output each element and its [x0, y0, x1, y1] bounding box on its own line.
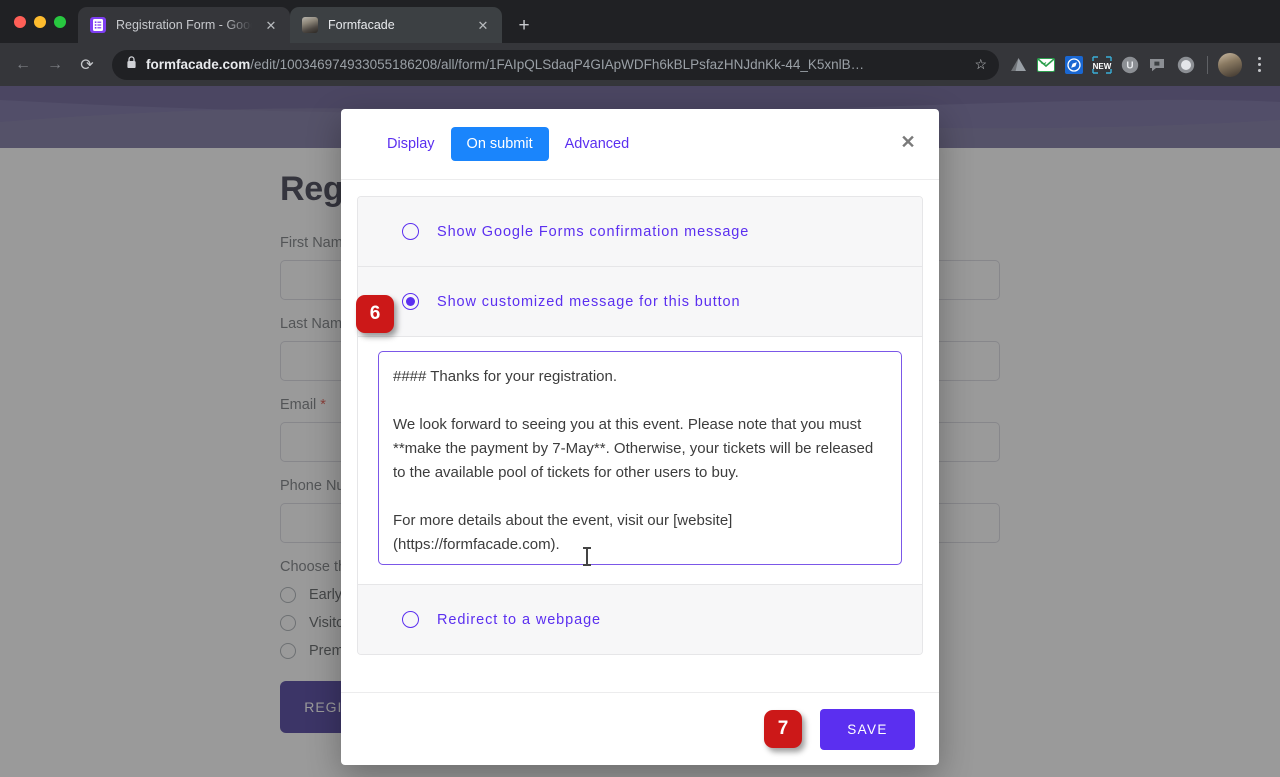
new-badge-icon[interactable]: NEW: [1091, 54, 1113, 76]
minimize-window-button[interactable]: [34, 16, 46, 28]
tab-advanced[interactable]: Advanced: [549, 127, 646, 161]
new-tab-button[interactable]: +: [510, 11, 538, 39]
dialog-tab-bar: Display On submit Advanced ✕: [341, 109, 939, 180]
circle-icon[interactable]: [1175, 54, 1197, 76]
u-circle-icon[interactable]: U: [1119, 54, 1141, 76]
url-text: formfacade.com/edit/10034697493305518620…: [146, 57, 965, 72]
browser-toolbar: ← → ⟳ formfacade.com/edit/10034697493305…: [0, 43, 1280, 86]
radio-unchecked-icon[interactable]: [402, 223, 419, 240]
compass-icon[interactable]: [1063, 54, 1085, 76]
option-google-forms-confirmation[interactable]: Show Google Forms confirmation message: [358, 197, 922, 267]
mail-icon[interactable]: [1035, 54, 1057, 76]
tab-close-icon[interactable]: ✕: [474, 16, 492, 34]
radio-checked-icon[interactable]: [402, 293, 419, 310]
browser-tab-title: Registration Form - Google For: [116, 18, 252, 32]
radio-unchecked-icon[interactable]: [402, 611, 419, 628]
maximize-window-button[interactable]: [54, 16, 66, 28]
custom-message-editor: [358, 337, 922, 585]
bookmark-star-icon[interactable]: ☆: [974, 56, 987, 73]
browser-tab-registration-form[interactable]: Registration Form - Google For ✕: [78, 7, 290, 43]
address-bar[interactable]: formfacade.com/edit/10034697493305518620…: [112, 50, 999, 80]
google-forms-icon: [90, 17, 106, 33]
text-cursor-icon: [586, 548, 588, 565]
close-window-button[interactable]: [14, 16, 26, 28]
dialog-body: Show Google Forms confirmation message S…: [341, 180, 939, 692]
toolbar-divider: [1207, 56, 1208, 74]
save-button[interactable]: SAVE: [820, 709, 915, 750]
option-label: Show Google Forms confirmation message: [437, 224, 749, 240]
tab-close-icon[interactable]: ✕: [262, 16, 280, 34]
on-submit-options: Show Google Forms confirmation message S…: [357, 196, 923, 655]
tab-display[interactable]: Display: [371, 127, 451, 161]
back-button[interactable]: ←: [8, 50, 38, 80]
browser-menu-icon[interactable]: [1248, 53, 1270, 77]
option-label: Show customized message for this button: [437, 294, 740, 310]
custom-message-textarea[interactable]: [378, 351, 902, 565]
browser-tab-formfacade[interactable]: Formfacade ✕: [290, 7, 502, 43]
option-redirect-to-webpage[interactable]: Redirect to a webpage: [358, 585, 922, 654]
close-icon[interactable]: ✕: [895, 129, 921, 155]
reload-button[interactable]: ⟳: [72, 50, 102, 80]
drive-icon[interactable]: [1007, 54, 1029, 76]
svg-text:NEW: NEW: [1093, 62, 1112, 71]
chat-icon[interactable]: [1147, 54, 1169, 76]
browser-tab-title: Formfacade: [328, 18, 464, 32]
window-traffic-lights: [10, 0, 78, 43]
step-badge-6: 6: [356, 295, 394, 333]
lock-icon: [126, 56, 137, 74]
option-customized-message[interactable]: Show customized message for this button: [358, 267, 922, 337]
tab-strip: Registration Form - Google For ✕ Formfac…: [0, 0, 1280, 43]
step-badge-7: 7: [764, 710, 802, 748]
browser-chrome: Registration Form - Google For ✕ Formfac…: [0, 0, 1280, 86]
dialog-footer: SAVE: [341, 692, 939, 765]
tab-on-submit[interactable]: On submit: [451, 127, 549, 161]
forward-button[interactable]: →: [40, 50, 70, 80]
on-submit-settings-dialog: Display On submit Advanced ✕ Show Google…: [341, 109, 939, 765]
svg-text:U: U: [1126, 60, 1133, 71]
option-label: Redirect to a webpage: [437, 612, 601, 628]
extension-icons: NEW U: [1007, 53, 1272, 77]
profile-avatar[interactable]: [1218, 53, 1242, 77]
formfacade-icon: [302, 17, 318, 33]
